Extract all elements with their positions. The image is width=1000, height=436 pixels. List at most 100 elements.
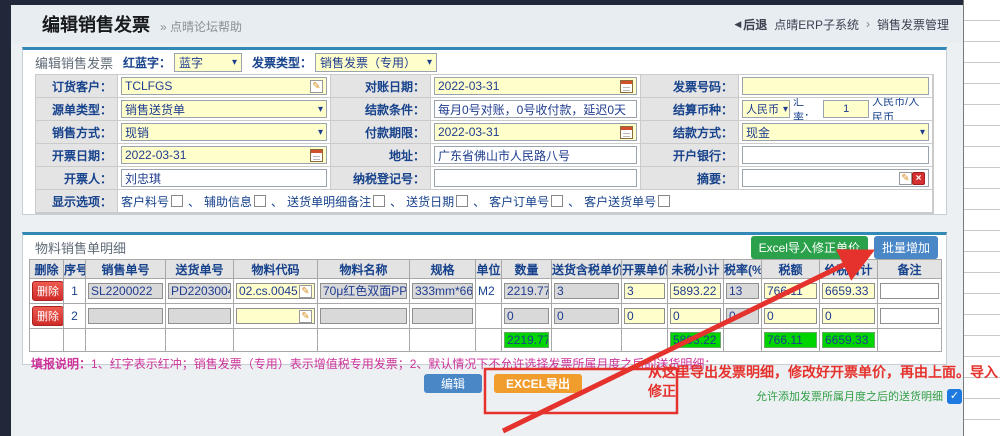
edit-button[interactable]: 编辑 [424,374,482,393]
reconcile-date-label: 对账日期： [331,75,431,98]
payment-deadline-label: 付款期限： [331,121,431,144]
delivery-price-cell: 3 [554,283,619,299]
checkbox[interactable] [658,195,670,207]
rate-unit: 人民币/人民币 [872,98,929,121]
back-arrow-icon: ◀ [734,19,741,30]
excel-export-button[interactable]: EXCEL导出 [494,374,582,393]
checkbox[interactable] [171,195,183,207]
material-name-cell: 70μ红色双面PP离 [320,283,407,299]
allow-option-label: 允许添加发票所属月度之后的送货明细 [756,388,943,404]
drawer-input[interactable]: 刘忠琪 [121,169,327,187]
allow-checkbox[interactable]: ✓ [947,389,962,404]
invoice-form-title: 编辑销售发票 [35,53,113,72]
address-input[interactable]: 广东省佛山市人民路八号 [434,146,637,164]
excel-import-button[interactable]: Excel导入修正单价 [751,236,868,259]
material-code-input[interactable]: 02.cs.0045✎ [236,283,315,299]
tax-reg-no-input[interactable] [434,169,637,187]
rate-input[interactable]: 1 [823,100,869,118]
subtotal-input[interactable]: 5893.22 [670,283,721,299]
col-header: 未税小计 [668,260,724,279]
allow-option: 允许添加发票所属月度之后的送货明细 ✓ [700,388,962,404]
breadcrumb-separator: › [866,17,870,31]
chevron-down-icon: ▾ [916,127,925,138]
clear-icon[interactable]: × [912,172,925,185]
col-header: 规格 [410,260,476,279]
tax-input[interactable]: 766.11 [764,283,817,299]
invoice-no-label: 发票号码： [641,75,739,98]
total-amount: 6659.33 [822,332,875,348]
checkbox[interactable] [551,195,563,207]
invoice-date-input[interactable]: 2022-03-31 [121,146,327,164]
source-type-select[interactable]: 销售送货单▾ [121,100,327,118]
breadcrumb-section[interactable]: 销售发票管理 [877,16,949,33]
chevron-down-icon: ▾ [423,57,432,68]
breadcrumb: ◀后退 点晴ERP子系统 › 销售发票管理 [734,16,949,33]
invoice-price-input[interactable]: 3 [624,283,665,299]
subtotal-input[interactable]: 0 [670,308,721,324]
summary-label: 摘要： [641,167,739,190]
remark-input[interactable] [880,308,939,324]
bank-input[interactable] [742,146,929,164]
payment-deadline-input[interactable]: 2022-03-31 [434,123,637,141]
breadcrumb-system[interactable]: 点晴ERP子系统 [774,16,859,33]
edit-icon[interactable]: ✎ [299,285,312,298]
invoice-price-input[interactable]: 0 [624,308,665,324]
settle-method-label: 结款方式： [641,121,739,144]
invoice-type-select[interactable]: 销售发票（专用）▾ [315,53,437,72]
remark-input[interactable] [880,283,939,299]
option-label: 送货日期 [406,193,454,210]
material-code-input[interactable]: ✎ [236,308,315,324]
customer-input[interactable]: TCLFGS✎ [121,77,327,95]
total-tax: 766.11 [764,332,817,348]
calendar-icon[interactable] [620,126,633,139]
edit-icon[interactable]: ✎ [899,172,912,185]
customer-label: 订货客户： [36,75,118,98]
edit-icon[interactable]: ✎ [310,80,323,93]
currency-select[interactable]: 人民币▾ [742,100,790,118]
screen: 编辑销售发票 » 点晴论坛帮助 ◀后退 点晴ERP子系统 › 销售发票管理 编辑… [0,0,1000,436]
summary-input[interactable]: ✎× [742,169,929,187]
red-blue-label: 红蓝字： [123,54,171,71]
spec-cell: 333mm*6666 [412,283,473,299]
total-input[interactable]: 0 [822,308,875,324]
checkbox[interactable] [373,195,385,207]
filling-note-body: 1、红字表示红冲；销售发票（专用）表示增值税专用发票；2、默认情况下不允许选择发… [91,357,716,371]
table-row: 删除 2 ✎ 0 0 0 0 0 0 0 [30,304,942,329]
filling-note-label: 填报说明： [31,357,91,371]
seq-cell: 1 [64,279,86,304]
reconcile-date-input[interactable]: 2022-03-31 [434,77,637,95]
sales-mode-select[interactable]: 现销▾ [121,123,327,141]
tax-input[interactable]: 0 [764,308,817,324]
checkbox[interactable] [456,195,468,207]
col-header: 送货含税单价 [552,260,622,279]
unit-cell [476,304,502,329]
forum-help-link[interactable]: » 点晴论坛帮助 [160,18,242,35]
col-header: 销售单号 [86,260,166,279]
delete-row-button[interactable]: 删除 [32,306,64,326]
batch-add-button[interactable]: 批量增加 [874,236,938,259]
option-label: 客户送货单号 [584,193,656,210]
display-options: 客户料号 辅助信息 送货单明细备注 送货日期 客户订单号 客户送货单号 [121,193,670,210]
payment-terms-input[interactable]: 每月0号对账，0号收付款，延迟0天 [434,100,637,118]
tax-rate-cell: 0 [726,308,759,324]
checkbox[interactable] [254,195,266,207]
col-header: 送货单号 [166,260,234,279]
delivery-price-cell: 0 [554,308,619,324]
settle-method-select[interactable]: 现金▾ [742,123,929,141]
col-header: 税额 [762,260,820,279]
calendar-icon[interactable] [620,80,633,93]
edit-icon[interactable]: ✎ [299,310,312,323]
qty-cell: 2219.778 [504,283,549,299]
invoice-no-input[interactable] [742,77,929,95]
col-header: 物料代码 [234,260,318,279]
red-blue-select[interactable]: 蓝字▾ [174,53,242,72]
address-label: 地址： [331,144,431,167]
calendar-icon[interactable] [310,149,323,162]
col-header: 开票单价 [622,260,668,279]
delete-row-button[interactable]: 删除 [32,281,64,301]
back-button[interactable]: ◀后退 [734,16,767,33]
total-input[interactable]: 6659.33 [822,283,875,299]
delivery-no-cell [168,308,231,324]
option-label: 客户订单号 [489,193,549,210]
detail-panel-title: 物料销售单明细 [35,238,126,257]
